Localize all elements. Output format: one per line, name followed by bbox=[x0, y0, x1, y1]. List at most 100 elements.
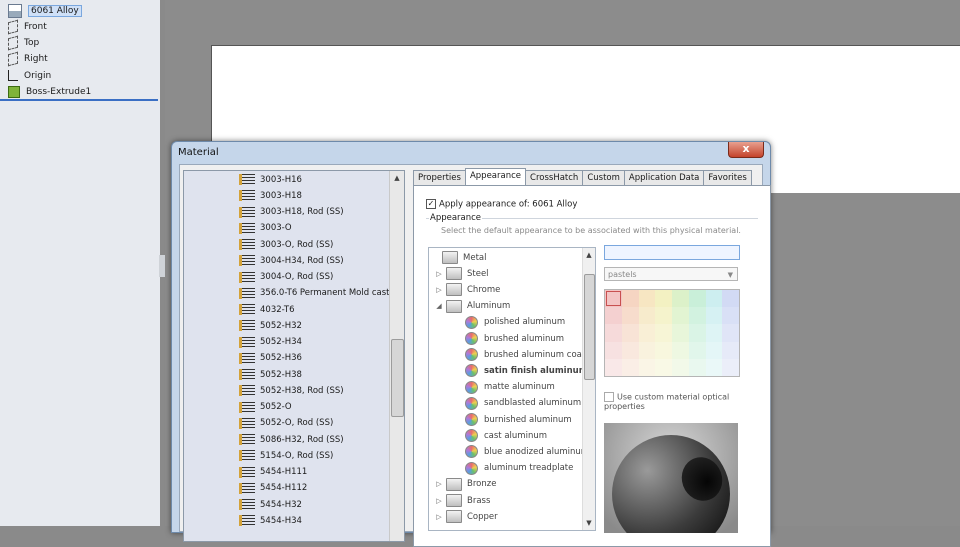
feature-tree-item[interactable]: 6061 Alloy bbox=[8, 3, 82, 18]
tree-appearance-item[interactable]: brushed aluminum bbox=[465, 331, 564, 346]
tree-appearance-item[interactable]: brushed aluminum coarse bbox=[465, 347, 595, 362]
library-item[interactable]: 5154-O, Rod (SS) bbox=[239, 448, 333, 463]
color-swatch[interactable] bbox=[705, 324, 723, 342]
tree-appearance-item[interactable]: matte aluminum bbox=[465, 380, 555, 395]
expand-toggle-icon[interactable]: ▷ bbox=[435, 497, 443, 505]
library-item[interactable]: 3003-O, Rod (SS) bbox=[239, 237, 333, 252]
color-swatch[interactable] bbox=[722, 307, 739, 325]
feature-tree-item[interactable]: Origin bbox=[8, 68, 51, 83]
feature-tree-item[interactable]: Top bbox=[8, 35, 39, 51]
tab-appearance[interactable]: Appearance bbox=[464, 168, 527, 185]
scroll-up-icon[interactable]: ▲ bbox=[390, 171, 404, 185]
feature-tree-item[interactable]: Right bbox=[8, 52, 48, 67]
library-item[interactable]: 3003-H16 bbox=[239, 172, 302, 187]
tree-folder[interactable]: ▷ Chrome bbox=[435, 282, 500, 297]
feature-tree-item[interactable]: Front bbox=[8, 19, 47, 35]
color-swatch[interactable] bbox=[722, 358, 739, 376]
library-item[interactable]: 5454-H34 bbox=[239, 513, 302, 528]
color-swatch[interactable] bbox=[655, 358, 672, 376]
expand-toggle-icon[interactable]: ▷ bbox=[435, 513, 443, 521]
color-swatch[interactable] bbox=[672, 341, 689, 359]
tree-folder[interactable]: ▷ Bronze bbox=[435, 477, 496, 492]
expand-toggle-icon[interactable]: ▷ bbox=[435, 480, 443, 488]
close-button[interactable]: x bbox=[728, 142, 764, 158]
library-item[interactable]: 5454-H32 bbox=[239, 497, 302, 512]
color-swatch[interactable] bbox=[722, 324, 739, 342]
color-swatch[interactable] bbox=[605, 307, 622, 325]
library-item[interactable]: 356.0-T6 Permanent Mold cast (SS) bbox=[239, 286, 404, 301]
library-item[interactable]: 3003-H18 bbox=[239, 188, 302, 203]
color-swatch[interactable] bbox=[605, 341, 622, 359]
color-swatch[interactable] bbox=[638, 324, 656, 342]
color-swatch[interactable] bbox=[638, 341, 656, 359]
library-item[interactable]: 5052-H38 bbox=[239, 367, 302, 382]
library-item[interactable]: 5454-H111 bbox=[239, 465, 307, 480]
appearance-tree-scrollbar[interactable]: ▲ ▼ bbox=[582, 248, 595, 530]
library-item[interactable]: 5052-O bbox=[239, 400, 292, 415]
color-swatch[interactable] bbox=[672, 358, 689, 376]
color-swatch[interactable] bbox=[638, 307, 656, 325]
color-swatch[interactable] bbox=[621, 341, 639, 359]
expand-toggle-icon[interactable]: ◢ bbox=[435, 302, 443, 310]
color-swatch[interactable] bbox=[705, 290, 723, 308]
scroll-down-icon[interactable]: ▼ bbox=[583, 516, 595, 530]
color-swatch[interactable] bbox=[688, 290, 706, 308]
color-swatch[interactable] bbox=[605, 290, 622, 308]
color-swatch[interactable] bbox=[705, 341, 723, 359]
apply-appearance-checkbox[interactable]: ✓ Apply appearance of: 6061 Alloy bbox=[426, 199, 577, 210]
color-swatch[interactable] bbox=[688, 324, 706, 342]
color-swatch[interactable] bbox=[705, 358, 723, 376]
tree-scroll-thumb[interactable] bbox=[584, 274, 595, 380]
tree-folder[interactable]: Metal bbox=[431, 250, 486, 265]
library-item[interactable]: 4032-T6 bbox=[239, 302, 295, 317]
color-swatch[interactable] bbox=[722, 290, 739, 308]
expand-toggle-icon[interactable]: ▷ bbox=[435, 270, 443, 278]
tree-appearance-item[interactable]: polished aluminum bbox=[465, 315, 565, 330]
library-item[interactable]: 3003-O bbox=[239, 221, 292, 236]
custom-optical-checkbox[interactable]: Use custom material optical properties bbox=[604, 392, 744, 411]
tree-rollback-bar[interactable] bbox=[0, 99, 158, 101]
color-swatch[interactable] bbox=[688, 307, 706, 325]
library-scrollbar[interactable]: ▲ bbox=[389, 171, 404, 541]
library-item[interactable]: 5052-O, Rod (SS) bbox=[239, 416, 333, 431]
library-item[interactable]: 5052-H36 bbox=[239, 351, 302, 366]
library-item[interactable]: 5454-H112 bbox=[239, 481, 307, 496]
tree-folder[interactable]: ▷ Brass bbox=[435, 493, 490, 508]
color-swatch[interactable] bbox=[688, 358, 706, 376]
library-item[interactable]: 3003-H18, Rod (SS) bbox=[239, 205, 344, 220]
scroll-up-icon[interactable]: ▲ bbox=[583, 248, 595, 262]
color-swatch[interactable] bbox=[621, 358, 639, 376]
tree-appearance-item[interactable]: satin finish aluminum bbox=[465, 363, 588, 378]
tree-appearance-item[interactable]: burnished aluminum bbox=[465, 412, 572, 427]
tab-favorites[interactable]: Favorites bbox=[703, 170, 752, 185]
tab-custom[interactable]: Custom bbox=[582, 170, 625, 185]
tree-folder[interactable]: ◢ Aluminum bbox=[435, 299, 510, 314]
checkbox-checked-icon[interactable]: ✓ bbox=[426, 199, 436, 209]
color-swatch[interactable] bbox=[705, 307, 723, 325]
library-scroll-thumb[interactable] bbox=[391, 339, 404, 417]
library-item[interactable]: 3004-O, Rod (SS) bbox=[239, 270, 333, 285]
feature-tree-item[interactable]: Boss-Extrude1 bbox=[8, 85, 91, 100]
color-swatch[interactable] bbox=[621, 307, 639, 325]
color-swatch[interactable] bbox=[672, 290, 689, 308]
tree-appearance-item[interactable]: blue anodized aluminum bbox=[465, 444, 589, 459]
swatch-search-input[interactable] bbox=[604, 245, 740, 260]
color-swatch[interactable] bbox=[655, 307, 672, 325]
expand-toggle-icon[interactable]: ▷ bbox=[435, 286, 443, 294]
color-swatch[interactable] bbox=[638, 358, 656, 376]
palette-select[interactable]: pastels ▼ bbox=[604, 267, 738, 281]
color-swatch[interactable] bbox=[605, 324, 622, 342]
tab-crosshatch[interactable]: CrossHatch bbox=[525, 170, 584, 185]
color-swatch[interactable] bbox=[672, 324, 689, 342]
color-swatch[interactable] bbox=[621, 324, 639, 342]
tab-application-data[interactable]: Application Data bbox=[623, 170, 705, 185]
color-swatch[interactable] bbox=[655, 341, 672, 359]
color-swatch[interactable] bbox=[621, 290, 639, 308]
color-swatch[interactable] bbox=[638, 290, 656, 308]
tree-appearance-item[interactable]: aluminum treadplate bbox=[465, 461, 573, 476]
tree-appearance-item[interactable]: sandblasted aluminum bbox=[465, 396, 581, 411]
tree-appearance-item[interactable]: cast aluminum bbox=[465, 428, 547, 443]
tree-folder[interactable]: ▷ Copper bbox=[435, 509, 498, 524]
tab-properties[interactable]: Properties bbox=[413, 170, 466, 185]
tree-folder[interactable]: ▷ Steel bbox=[435, 266, 489, 281]
